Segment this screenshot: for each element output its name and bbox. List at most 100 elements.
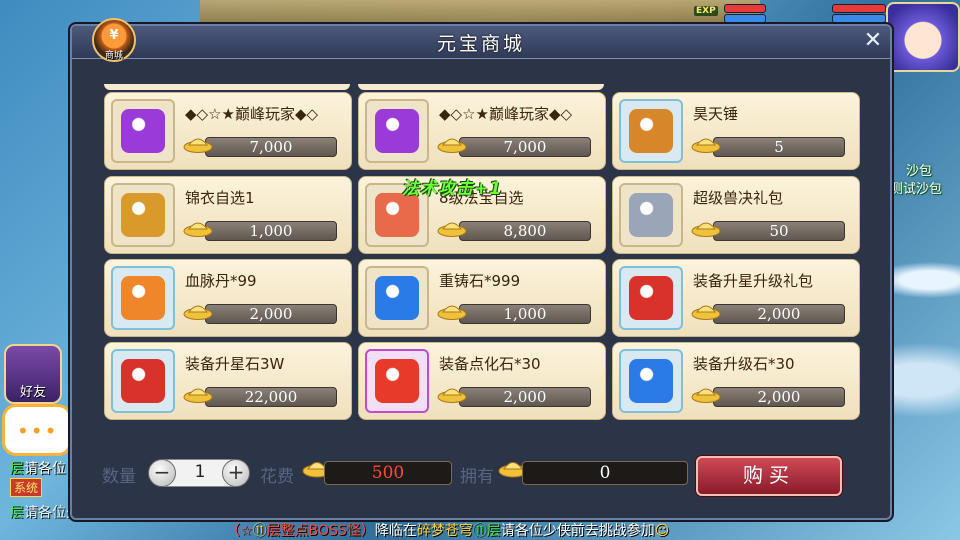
player-portrait[interactable] <box>886 2 960 72</box>
item-name: 装备升星石3W <box>185 355 285 373</box>
price-bar: 1,000 <box>205 221 337 241</box>
item-card-partial <box>358 84 604 90</box>
price-bar: 2,000 <box>713 304 845 324</box>
friends-button[interactable]: 好友 <box>4 344 62 404</box>
price-bar: 7,000 <box>205 137 337 157</box>
cost-label: 花费 <box>260 467 294 487</box>
exp-label: EXP <box>694 6 718 16</box>
price-bar: 22,000 <box>205 387 337 407</box>
price-bar: 2,000 <box>205 304 337 324</box>
ingot-icon <box>437 222 467 237</box>
red-orb-icon <box>375 359 419 403</box>
blue-gem-icon <box>375 276 419 320</box>
item-icon-frame <box>619 266 683 330</box>
item-price: 1,000 <box>249 222 293 240</box>
cost-value: 500 <box>371 463 405 483</box>
ingot-icon <box>183 138 213 153</box>
close-icon[interactable]: ✕ <box>862 30 884 52</box>
item-price: 22,000 <box>244 388 298 406</box>
item-name: ◆◇☆★巅峰玩家◆◇ <box>439 105 573 123</box>
friends-label: 好友 <box>19 385 46 400</box>
own-label: 拥有 <box>460 467 494 487</box>
mp-bar <box>724 14 766 23</box>
chat-line: 层请各位 <box>10 461 66 477</box>
item-icon-frame <box>365 99 429 163</box>
buy-button[interactable]: 购买 <box>696 456 842 496</box>
system-tag: 系统 <box>10 478 43 497</box>
blue-gem-icon <box>629 359 673 403</box>
item-name: 锦衣自选1 <box>185 189 255 207</box>
price-bar: 2,000 <box>713 387 845 407</box>
item-card[interactable]: ◆◇☆★巅峰玩家◆◇ 7,000 <box>358 92 606 170</box>
chat-bubble-icon: ••• <box>17 419 59 443</box>
item-icon-frame <box>111 99 175 163</box>
item-price: 50 <box>769 222 789 240</box>
chat-button[interactable]: ••• <box>2 404 72 456</box>
item-name: 血脉丹*99 <box>185 272 257 290</box>
hp-bar <box>724 4 766 13</box>
quantity-label: 数量 <box>102 467 136 487</box>
item-card[interactable]: 装备升级石*30 2,000 <box>612 342 860 420</box>
item-name: 超级兽决礼包 <box>693 189 784 207</box>
item-name: 重铸石*999 <box>439 272 521 290</box>
gourd-icon <box>121 276 165 320</box>
ingot-icon <box>183 222 213 237</box>
item-name: 昊天锤 <box>693 105 739 123</box>
item-price: 7,000 <box>503 138 547 156</box>
ingot-icon <box>691 138 721 153</box>
owned-field: 0 <box>522 461 688 485</box>
item-name: 装备升星升级礼包 <box>693 272 814 290</box>
price-bar: 7,000 <box>459 137 591 157</box>
item-card[interactable]: 重铸石*999 1,000 <box>358 259 606 337</box>
price-bar: 8,800 <box>459 221 591 241</box>
ingot-icon <box>691 222 721 237</box>
ingot-icon <box>437 138 467 153</box>
item-card[interactable]: 装备升星石3W 22,000 <box>104 342 352 420</box>
item-name: 装备升级石*30 <box>693 355 795 373</box>
item-name: ◆◇☆★巅峰玩家◆◇ <box>185 105 319 123</box>
shop-window: 元宝商城 ✕ ¥ 商城 ◆◇☆★巅峰玩家◆◇ 7,000 ◆◇☆★巅峰玩家◆◇ 7,0… <box>70 18 892 520</box>
item-price: 2,000 <box>757 388 801 406</box>
item-price: 2,000 <box>249 305 293 323</box>
book-icon <box>629 193 673 237</box>
purple-scroll-icon <box>375 109 419 153</box>
item-price: 2,000 <box>503 388 547 406</box>
sandbox-name: 沙包 <box>906 164 933 179</box>
item-icon-frame <box>619 183 683 247</box>
item-name: 装备点化石*30 <box>439 355 541 373</box>
item-card[interactable]: ◆◇☆★巅峰玩家◆◇ 7,000 <box>104 92 352 170</box>
item-card[interactable]: 昊天锤 5 <box>612 92 860 170</box>
item-price: 1,000 <box>503 305 547 323</box>
item-card[interactable]: 装备升星升级礼包 2,000 <box>612 259 860 337</box>
item-price: 5 <box>774 138 784 156</box>
buff-float-text: 法术攻击+1 <box>402 179 503 199</box>
gift-box-icon <box>121 359 165 403</box>
pet-hp-bar <box>832 4 886 13</box>
shop-titlebar: 元宝商城 ✕ <box>72 26 890 59</box>
item-card[interactable]: 超级兽决礼包 50 <box>612 176 860 254</box>
price-bar: 2,000 <box>459 387 591 407</box>
ingot-icon <box>437 305 467 320</box>
golden-hammer-icon <box>629 109 673 153</box>
item-card[interactable]: 装备点化石*30 2,000 <box>358 342 606 420</box>
item-card-partial <box>104 84 350 90</box>
owned-value: 0 <box>599 463 611 483</box>
ingot-icon <box>183 305 213 320</box>
item-card[interactable]: 血脉丹*99 2,000 <box>104 259 352 337</box>
item-icon-frame <box>619 99 683 163</box>
quantity-input[interactable]: 1 <box>180 462 220 482</box>
item-icon-frame <box>365 349 429 413</box>
ingot-icon <box>437 388 467 403</box>
item-icon-frame <box>619 349 683 413</box>
cost-field: 500 <box>324 461 452 485</box>
item-card[interactable]: 锦衣自选1 1,000 <box>104 176 352 254</box>
minus-icon[interactable]: − <box>148 459 176 487</box>
item-icon-frame <box>111 349 175 413</box>
shop-logo: ¥ 商城 <box>92 18 136 62</box>
item-price: 8,800 <box>503 222 547 240</box>
item-price: 7,000 <box>249 138 293 156</box>
plus-icon[interactable]: + <box>222 459 250 487</box>
gift-box-icon <box>629 276 673 320</box>
treasure-pouch-icon <box>375 193 419 237</box>
shop-title: 元宝商城 <box>436 33 525 55</box>
